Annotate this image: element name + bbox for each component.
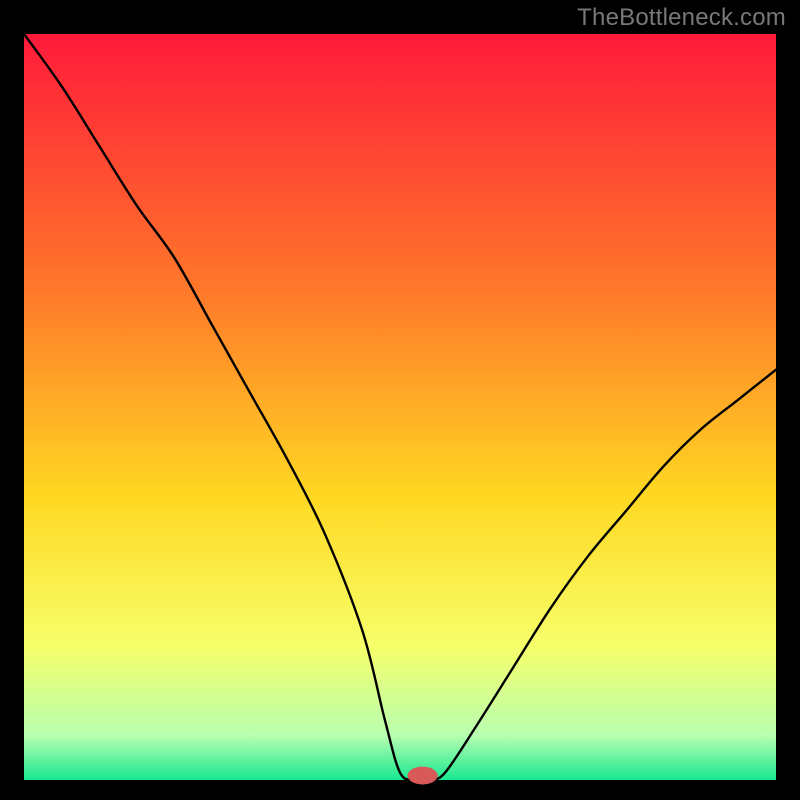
plot-background [24, 34, 776, 780]
chart-canvas [0, 0, 800, 800]
optimal-point-marker [408, 767, 438, 785]
bottleneck-chart: TheBottleneck.com [0, 0, 800, 800]
attribution-text: TheBottleneck.com [577, 4, 786, 32]
